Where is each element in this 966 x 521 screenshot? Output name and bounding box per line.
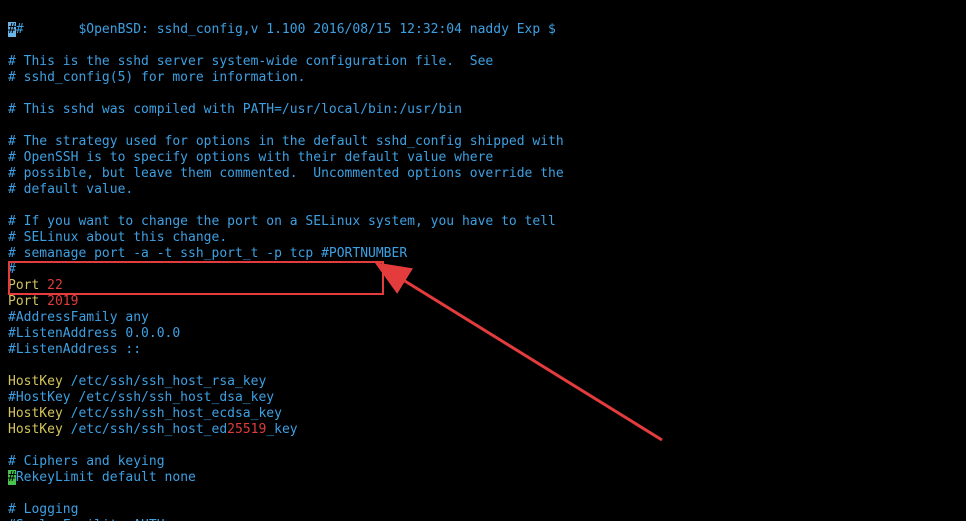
terminal-editor-screen: ## $OpenBSD: sshd_config,v 1.100 2016/08… [0,0,966,521]
annotation-arrow-icon [0,0,966,521]
